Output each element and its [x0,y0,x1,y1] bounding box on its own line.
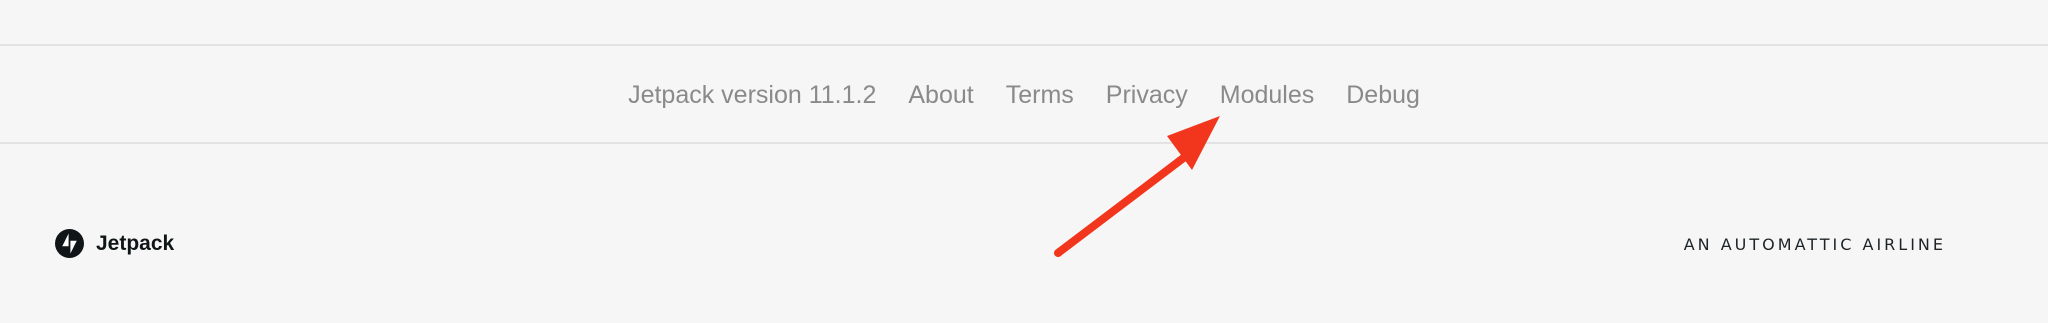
jetpack-brand[interactable]: Jetpack [55,229,174,258]
red-arrow-annotation [1054,116,1220,257]
brand-name: Jetpack [96,232,175,255]
top-divider [0,44,2048,46]
automattic-airline[interactable]: AN AUTOMATTIC AIRLINE [1684,231,1946,257]
terms-link[interactable]: Terms [1006,78,1074,112]
footer-nav: Jetpack version 11.1.2 About Terms Priva… [0,78,2048,112]
bottom-divider [0,142,2048,144]
privacy-link[interactable]: Privacy [1106,78,1188,112]
version-label: Jetpack version 11.1.2 [628,81,877,109]
automattic-tagline: AN AUTOMATTIC AIRLINE [1683,234,1946,254]
debug-link[interactable]: Debug [1346,78,1420,112]
jetpack-bolt-icon [55,229,84,258]
about-link[interactable]: About [908,78,973,112]
modules-link[interactable]: Modules [1220,78,1315,112]
jetpack-footer-page: Jetpack version 11.1.2 About Terms Priva… [0,0,2048,323]
